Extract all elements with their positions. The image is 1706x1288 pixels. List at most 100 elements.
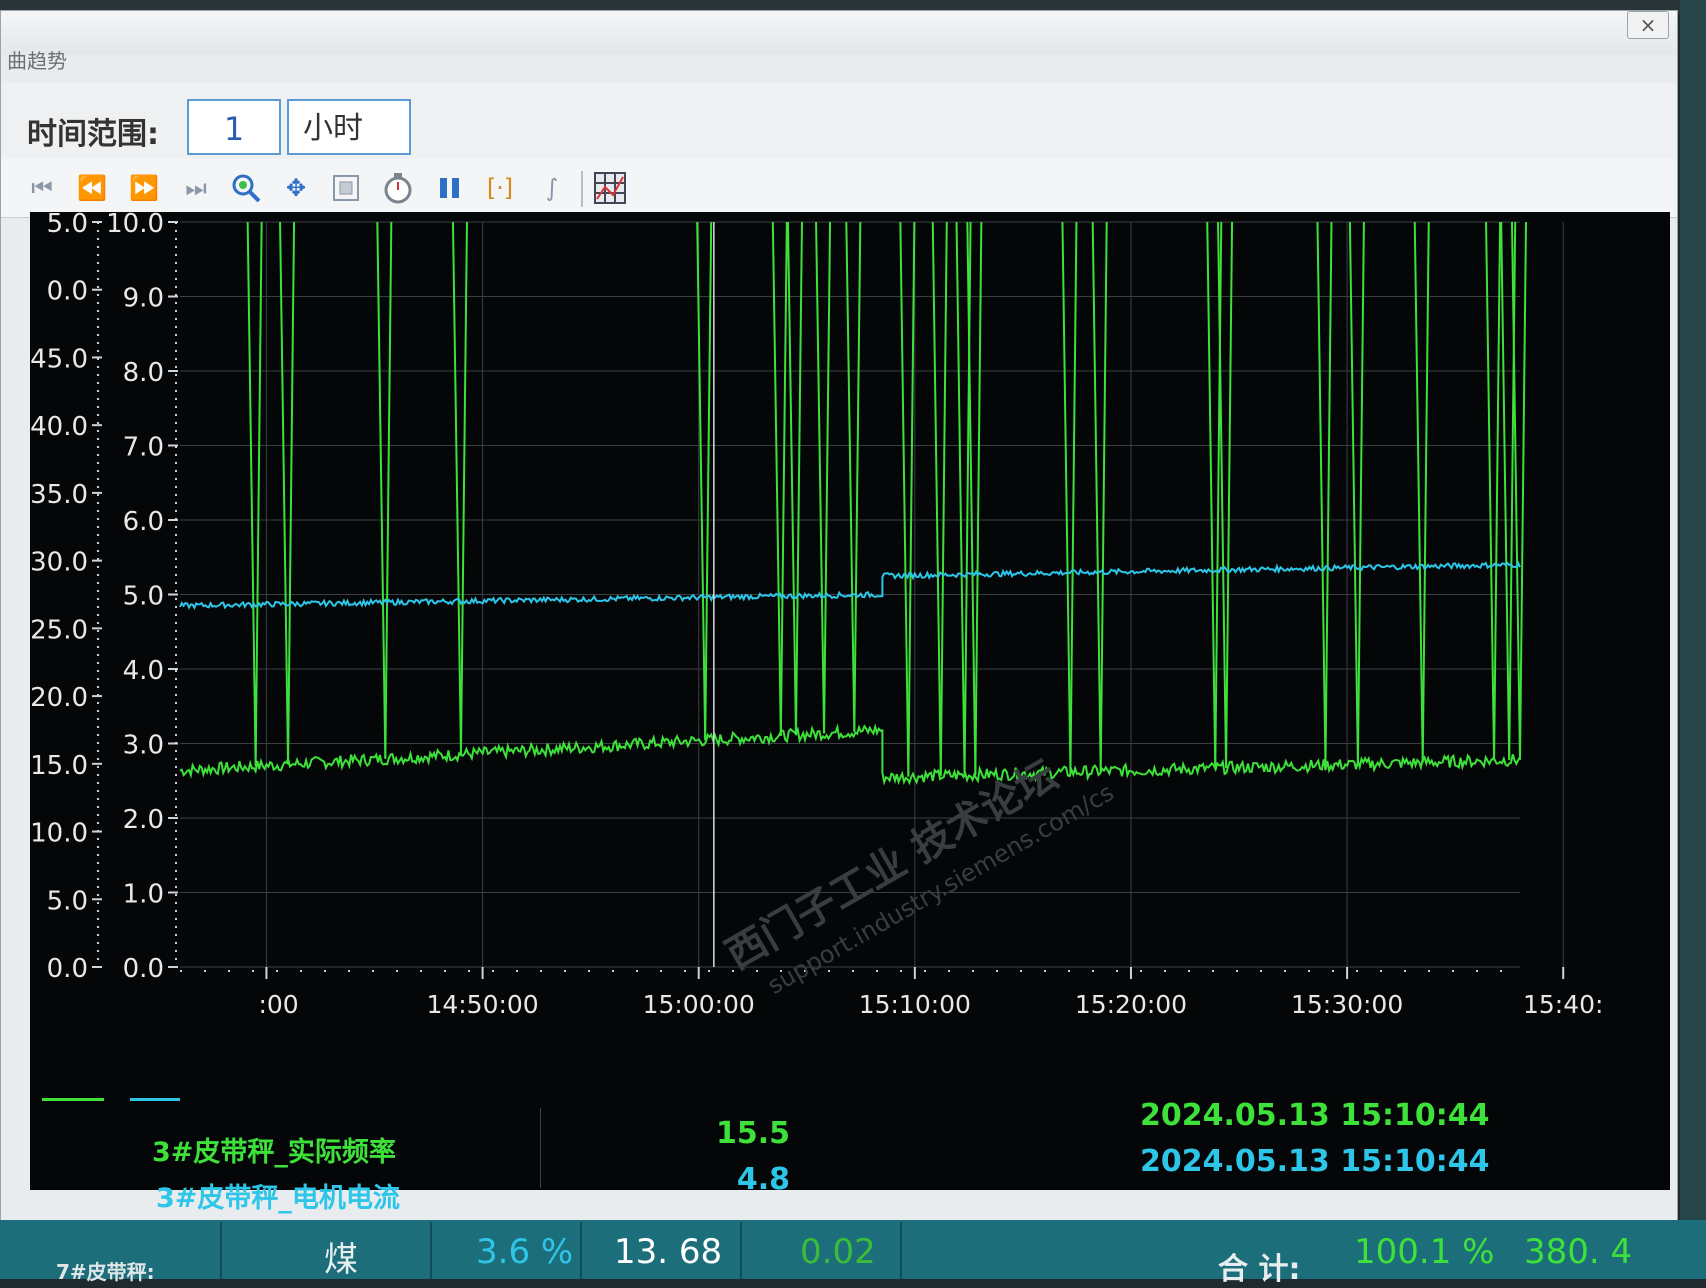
- right-axis-tick-label: 0.0: [123, 954, 164, 984]
- series-spike: [1324, 221, 1333, 766]
- x-axis-tick-label: 14:50:00: [426, 990, 538, 1019]
- right-axis-tick-label: 8.0: [123, 358, 164, 388]
- right-axis-tick-label: 7.0: [123, 433, 164, 463]
- legend-time-frequency: 2024.05.13 15:10:44: [1140, 1098, 1490, 1133]
- series-spike: [246, 221, 257, 767]
- left-axis-tick-label: 25.0: [30, 615, 88, 645]
- last-page-icon[interactable]: ⏭: [179, 171, 213, 205]
- function-icon[interactable]: ∫: [535, 171, 569, 205]
- close-button[interactable]: ×: [1627, 11, 1669, 39]
- right-axis-tick-label: 3.0: [123, 731, 164, 761]
- series-spike: [1511, 221, 1521, 760]
- series-spike: [1091, 221, 1102, 772]
- series-spike: [1206, 221, 1217, 769]
- left-axis-tick-label: 0.0: [47, 954, 88, 984]
- series-spike: [771, 221, 782, 736]
- series-spike: [786, 221, 797, 735]
- right-axis-tick-label: 9.0: [123, 284, 164, 314]
- series-spike: [287, 221, 296, 765]
- left-axis-tick-label: 35.0: [30, 480, 88, 510]
- series-spike: [1214, 221, 1223, 769]
- series-spike: [939, 221, 948, 776]
- legend-value-frequency: 15.5: [715, 1116, 790, 1151]
- status-divider: [900, 1222, 902, 1279]
- series-spike: [1356, 221, 1365, 765]
- status-belt-label: 7#皮带秤:: [56, 1260, 155, 1284]
- series-spike: [1493, 221, 1502, 761]
- series-spike: [845, 221, 856, 732]
- status-material: 煤: [324, 1240, 358, 1280]
- status-small-value: 0.02: [800, 1232, 876, 1272]
- bracket-icon[interactable]: [·]: [483, 171, 517, 205]
- series-line-0: [179, 723, 1521, 786]
- series-spike: [963, 221, 972, 776]
- legend-swatch-frequency: [42, 1098, 104, 1101]
- right-axis-tick-label: 1.0: [123, 880, 164, 910]
- table-icon[interactable]: [593, 171, 627, 205]
- series-spike: [1225, 221, 1234, 768]
- right-axis-tick-label: 6.0: [123, 507, 164, 537]
- time-range-label: 时间范围:: [27, 117, 159, 152]
- status-divider: [220, 1222, 222, 1279]
- zoom-icon[interactable]: [229, 171, 263, 205]
- x-axis-tick-label: 15:20:00: [1075, 990, 1187, 1019]
- series-spike: [815, 221, 826, 734]
- series-spike: [1519, 221, 1527, 760]
- status-total-value: 380. 4: [1524, 1232, 1633, 1272]
- left-axis-tick-label: 15.0: [30, 751, 88, 781]
- series-spike: [966, 221, 977, 775]
- series-spike: [451, 221, 462, 755]
- trend-chart[interactable]: 0.0 1.0 2.0 3.0 4.0 5.0 6.0 7.0 8.0 9.0 10.0 0.0 5.0…: [30, 212, 1670, 1190]
- x-axis-tick-label: 15:10:00: [859, 990, 971, 1019]
- series-spike: [1069, 221, 1078, 773]
- series-spike: [794, 221, 803, 735]
- legend-value-current: 4.8: [736, 1162, 790, 1197]
- status-total-label: 合 计:: [1218, 1252, 1301, 1287]
- legend-panel: 3#皮带秤_实际频率 3#皮带秤_电机电流 15.5 4.8 2024.05.1…: [30, 1070, 1670, 1214]
- series-spike: [899, 221, 910, 777]
- pause-icon[interactable]: [433, 171, 467, 205]
- left-axis-tick-label: 10.0: [30, 819, 88, 849]
- series-spike: [254, 221, 263, 767]
- right-axis-tick-label: 5.0: [123, 582, 164, 612]
- series-spike: [907, 221, 916, 777]
- status-divider: [430, 1222, 432, 1279]
- rewind-icon[interactable]: ⏪: [75, 171, 109, 205]
- status-total-percent: 100.1 %: [1354, 1232, 1495, 1272]
- screen-right-strip: [1680, 0, 1706, 1279]
- x-axis-tick-label: 15:30:00: [1291, 990, 1403, 1019]
- timer-icon[interactable]: [381, 171, 415, 205]
- series-spike: [1348, 221, 1359, 765]
- time-range-value-input[interactable]: 1: [187, 99, 281, 155]
- fit-icon[interactable]: [329, 171, 363, 205]
- legend-time-current: 2024.05.13 15:10:44: [1140, 1144, 1490, 1179]
- status-divider: [740, 1222, 742, 1279]
- series-spike: [955, 221, 966, 776]
- series-spike: [823, 221, 832, 734]
- window-title: 曲趋势: [7, 49, 67, 73]
- trend-toolbar: ⏮ ⏪ ⏩ ⏭ ✥ [·] ∫: [1, 159, 1677, 218]
- legend-swatch-current: [130, 1098, 180, 1101]
- toolbar-separator: [581, 171, 583, 207]
- series-spike: [376, 221, 387, 759]
- title-bar: ×: [1, 11, 1677, 55]
- first-page-icon[interactable]: ⏮: [25, 171, 59, 205]
- left-axis-tick-label: 40.0: [30, 412, 88, 442]
- time-range-unit-select[interactable]: 小时: [287, 99, 411, 155]
- series-spike: [1316, 221, 1327, 766]
- x-axis-tick-label: 15:00:00: [643, 990, 755, 1019]
- legend-name-frequency: 3#皮带秤_实际频率: [152, 1137, 396, 1168]
- series-spike: [459, 221, 468, 755]
- legend-name-current: 3#皮带秤_电机电流: [156, 1183, 400, 1214]
- series-spike: [704, 221, 713, 741]
- left-axis-tick-label: 30.0: [30, 548, 88, 578]
- move-icon[interactable]: ✥: [279, 171, 313, 205]
- left-axis-tick-label: 45.0: [30, 344, 88, 374]
- x-axis-tick-label: :00: [258, 990, 298, 1019]
- right-axis-tick-label: 2.0: [123, 805, 164, 835]
- series-spike: [1061, 221, 1072, 773]
- series-spike: [1421, 221, 1430, 763]
- series-spike: [931, 221, 942, 776]
- right-axis-tick-label: 4.0: [123, 656, 164, 686]
- fast-forward-icon[interactable]: ⏩: [127, 171, 161, 205]
